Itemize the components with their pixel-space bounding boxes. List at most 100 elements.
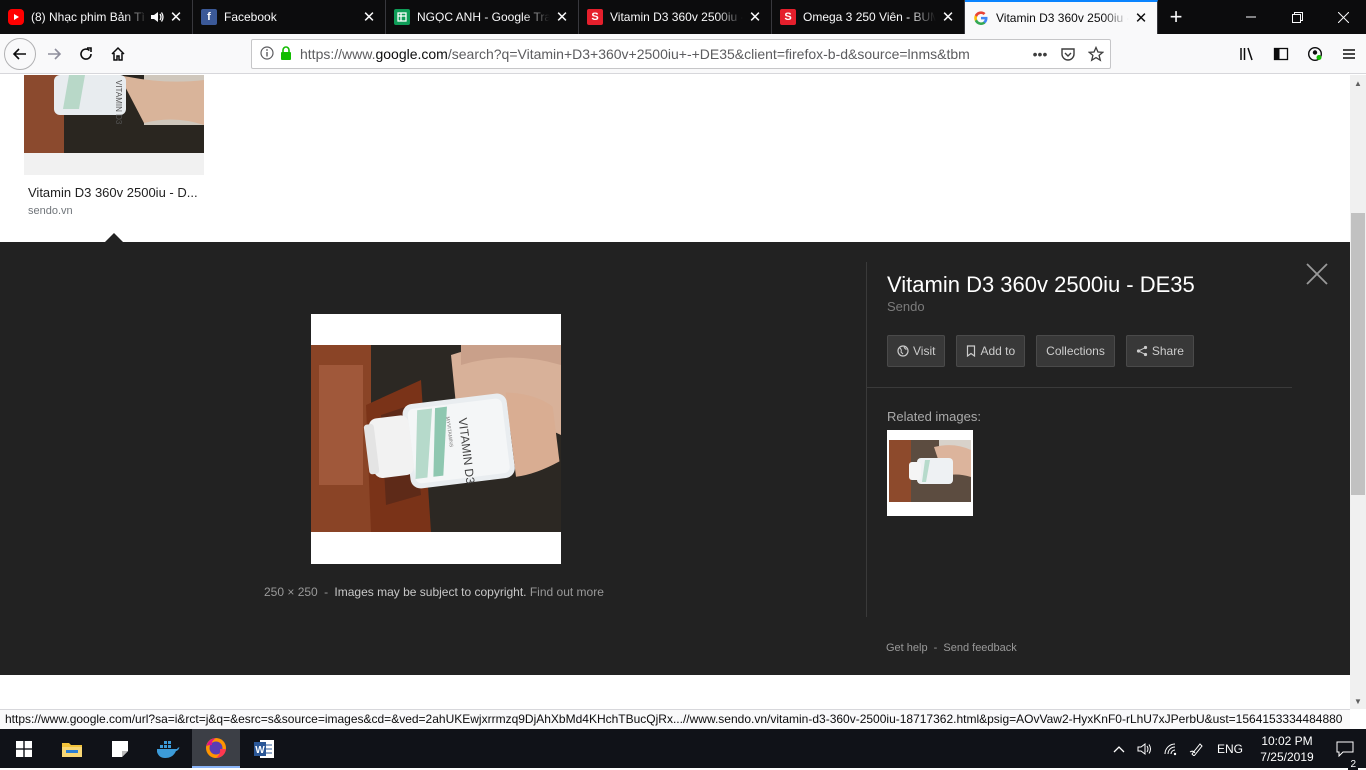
start-button[interactable] [0, 729, 48, 768]
scrollbar-thumb[interactable] [1351, 213, 1365, 495]
clock-time: 10:02 PM [1261, 733, 1313, 748]
scroll-up-icon[interactable]: ▲ [1350, 75, 1366, 91]
tab-sendo-vitamin[interactable]: S Vitamin D3 360v 2500iu - ✕ [579, 0, 772, 34]
wifi-icon[interactable] [1158, 742, 1184, 756]
bookmark-star-icon[interactable] [1082, 46, 1110, 62]
tab-google-active[interactable]: Vitamin D3 360v 2500iu - ✕ [965, 0, 1158, 34]
image-meta: 250 × 250 - Images may be subject to cop… [264, 585, 604, 599]
reload-button[interactable] [70, 38, 102, 70]
sendo-icon: S [780, 9, 796, 25]
share-label: Share [1151, 344, 1184, 358]
sendo-icon: S [587, 9, 603, 25]
docker-icon[interactable] [144, 729, 192, 768]
page-scrollbar[interactable]: ▲ ▼ [1350, 75, 1366, 709]
result-thumbnail[interactable]: VITAMIN D3 [24, 75, 204, 175]
get-help-link[interactable]: Get help [886, 642, 928, 654]
product-photo: VITAMIN D3 MYVITAMINS [311, 314, 561, 564]
footer-separator: - [933, 642, 938, 654]
account-icon[interactable] [1298, 38, 1332, 70]
share-button[interactable]: Share [1125, 335, 1194, 367]
close-tab-icon[interactable]: ✕ [554, 9, 570, 26]
sticky-notes-icon[interactable] [96, 729, 144, 768]
close-window-icon[interactable] [1320, 0, 1366, 34]
url-rest: /search?q=Vitamin+D3+360v+2500iu+-+DE35&… [447, 46, 970, 62]
new-tab-button[interactable]: + [1158, 0, 1194, 34]
visit-button[interactable]: Visit [887, 335, 946, 367]
windows-taskbar: W ENG 10:02 PM 7/25/2019 2 [0, 729, 1366, 770]
windows-logo-icon [16, 740, 32, 757]
system-tray: ENG 10:02 PM 7/25/2019 2 [1106, 729, 1366, 770]
speaker-icon[interactable] [150, 11, 164, 23]
action-center-icon[interactable]: 2 [1324, 741, 1366, 770]
close-panel-icon[interactable] [1305, 262, 1329, 286]
related-image-thumbnail[interactable] [887, 430, 973, 516]
panel-footer: Get help - Send feedback [886, 642, 1017, 654]
thumbnail-source: sendo.vn [28, 205, 73, 217]
address-bar[interactable]: https://www.google.com/search?q=Vitamin+… [251, 39, 1111, 69]
clock[interactable]: 10:02 PM 7/25/2019 [1250, 733, 1324, 765]
product-photo: VITAMIN D3 [24, 75, 204, 175]
visit-label: Visit [913, 344, 936, 358]
close-tab-icon[interactable]: ✕ [1133, 10, 1149, 27]
scroll-down-icon[interactable]: ▼ [1350, 693, 1366, 709]
meta-separator: - [324, 585, 329, 599]
image-title[interactable]: Vitamin D3 360v 2500iu - DE35 [887, 272, 1195, 298]
globe-icon [897, 345, 909, 357]
word-icon[interactable]: W [240, 729, 288, 768]
add-to-button[interactable]: Add to [956, 335, 1026, 367]
forward-button[interactable] [38, 38, 70, 70]
image-site: Sendo [887, 299, 925, 314]
collections-button[interactable]: Collections [1036, 335, 1115, 367]
google-icon [973, 10, 989, 26]
file-explorer-icon[interactable] [48, 729, 96, 768]
chevron-up-icon[interactable] [1106, 745, 1132, 753]
navigation-toolbar: https://www.google.com/search?q=Vitamin+… [0, 34, 1366, 74]
tab-title: Facebook [224, 10, 277, 24]
send-feedback-link[interactable]: Send feedback [943, 642, 1016, 654]
page-actions-icon[interactable]: ••• [1026, 46, 1054, 62]
preview-image[interactable]: VITAMIN D3 MYVITAMINS [311, 314, 561, 564]
home-button[interactable] [102, 38, 134, 70]
sidebar-icon[interactable] [1264, 38, 1298, 70]
url-text[interactable]: https://www.google.com/search?q=Vitamin+… [300, 46, 1026, 62]
panel-divider [866, 262, 867, 617]
google-sheets-icon [394, 9, 410, 25]
library-icon[interactable] [1230, 38, 1264, 70]
window-controls [1228, 0, 1366, 34]
firefox-icon[interactable] [192, 729, 240, 768]
add-to-label: Add to [980, 344, 1016, 358]
collections-label: Collections [1046, 344, 1105, 358]
tab-title: Omega 3 250 Viên - BUM [803, 10, 936, 24]
bottle-label: VITAMIN D3 [114, 80, 123, 125]
back-button[interactable] [4, 37, 36, 70]
youtube-icon [8, 9, 24, 25]
tab-title: Vitamin D3 360v 2500iu - [996, 11, 1129, 25]
thumbnail-caption[interactable]: Vitamin D3 360v 2500iu - D... [28, 185, 204, 200]
find-out-more-link[interactable]: Find out more [530, 585, 604, 599]
panel-separator [866, 387, 1292, 388]
svg-text:W: W [255, 745, 265, 756]
facebook-icon: f [201, 9, 217, 25]
bookmark-icon [966, 345, 976, 357]
pen-workspace-icon[interactable] [1184, 742, 1210, 756]
url-prefix: https://www. [300, 46, 376, 62]
close-tab-icon[interactable]: ✕ [940, 9, 956, 26]
input-language[interactable]: ENG [1210, 742, 1250, 756]
close-tab-icon[interactable]: ✕ [747, 9, 763, 26]
tab-google-sheets[interactable]: NGỌC ANH - Google Tra ✕ [386, 0, 579, 34]
volume-icon[interactable] [1132, 742, 1158, 756]
tab-facebook[interactable]: f Facebook ✕ [193, 0, 386, 34]
pocket-icon[interactable] [1054, 46, 1082, 62]
restore-icon[interactable] [1274, 0, 1320, 34]
info-icon[interactable] [260, 45, 274, 63]
tab-youtube[interactable]: (8) Nhạc phim Bản Tì ✕ [0, 0, 193, 34]
tab-title: (8) Nhạc phim Bản Tì [31, 10, 145, 24]
lock-icon [280, 45, 292, 63]
menu-icon[interactable] [1332, 38, 1366, 70]
image-size: 250 × 250 [264, 585, 318, 599]
close-tab-icon[interactable]: ✕ [361, 9, 377, 26]
close-tab-icon[interactable]: ✕ [168, 9, 184, 26]
minimize-icon[interactable] [1228, 0, 1274, 34]
panel-actions: Visit Add to Collections Share [887, 335, 1205, 367]
tab-sendo-omega[interactable]: S Omega 3 250 Viên - BUM ✕ [772, 0, 965, 34]
